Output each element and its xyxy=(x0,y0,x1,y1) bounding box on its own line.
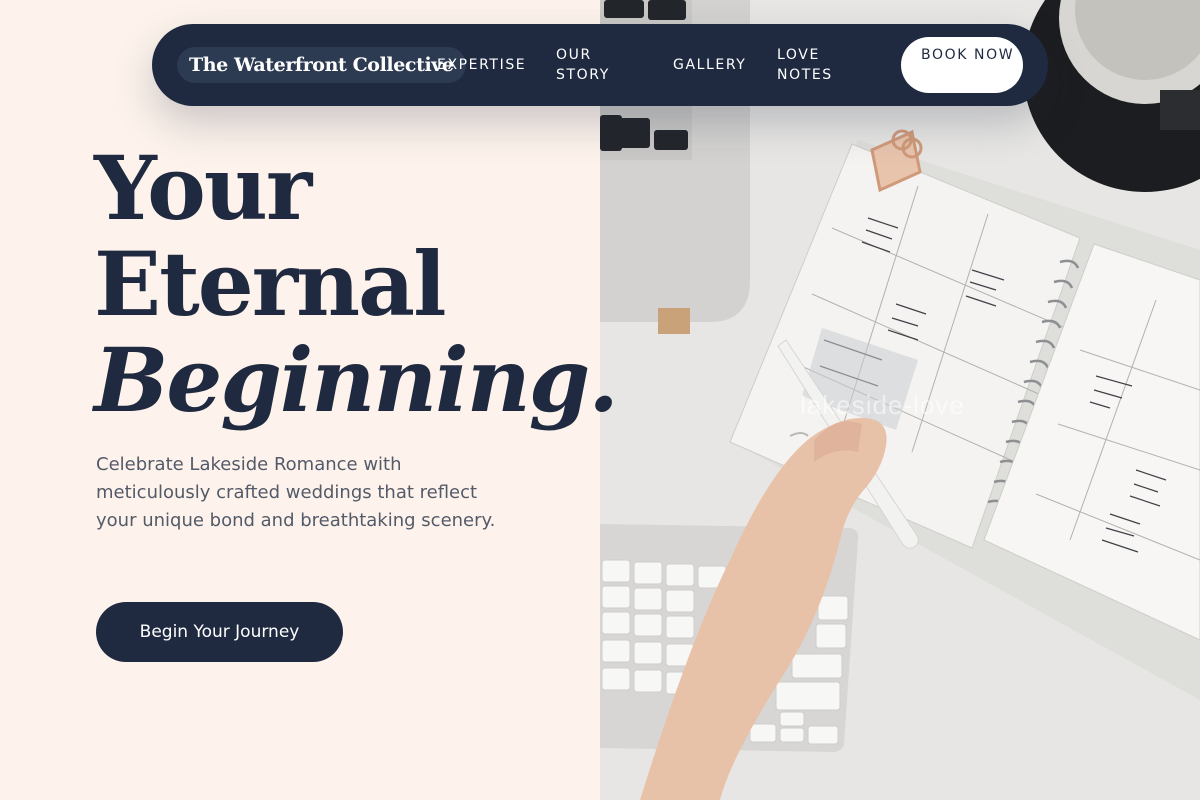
hero-intro-text: Celebrate Lakeside Romance with meticulo… xyxy=(96,454,496,531)
nav-link-love-notes[interactable]: LOVE NOTES xyxy=(777,45,857,85)
book-now-button[interactable]: BOOK NOW xyxy=(901,37,1023,93)
headline-line-1: Your xyxy=(94,136,312,240)
hero-headline: Your Eternal Beginning. xyxy=(94,136,619,432)
headline-line-2: Eternal xyxy=(94,232,447,336)
nav-link-our-story[interactable]: OUR STORY xyxy=(556,45,636,85)
photo-watermark: lakeside-love xyxy=(800,390,965,420)
top-navigation: The Waterfront Collective EXPERTISE OUR … xyxy=(152,24,1048,106)
nav-link-expertise[interactable]: EXPERTISE xyxy=(437,55,526,75)
headline-line-3: Beginning. xyxy=(94,328,619,432)
nav-link-gallery[interactable]: GALLERY xyxy=(673,55,746,75)
begin-journey-button[interactable]: Begin Your Journey xyxy=(96,602,343,662)
hero-left-panel: Your Eternal Beginning. Celebrate Lakesi… xyxy=(0,0,619,800)
brand-logo[interactable]: The Waterfront Collective xyxy=(177,47,466,83)
